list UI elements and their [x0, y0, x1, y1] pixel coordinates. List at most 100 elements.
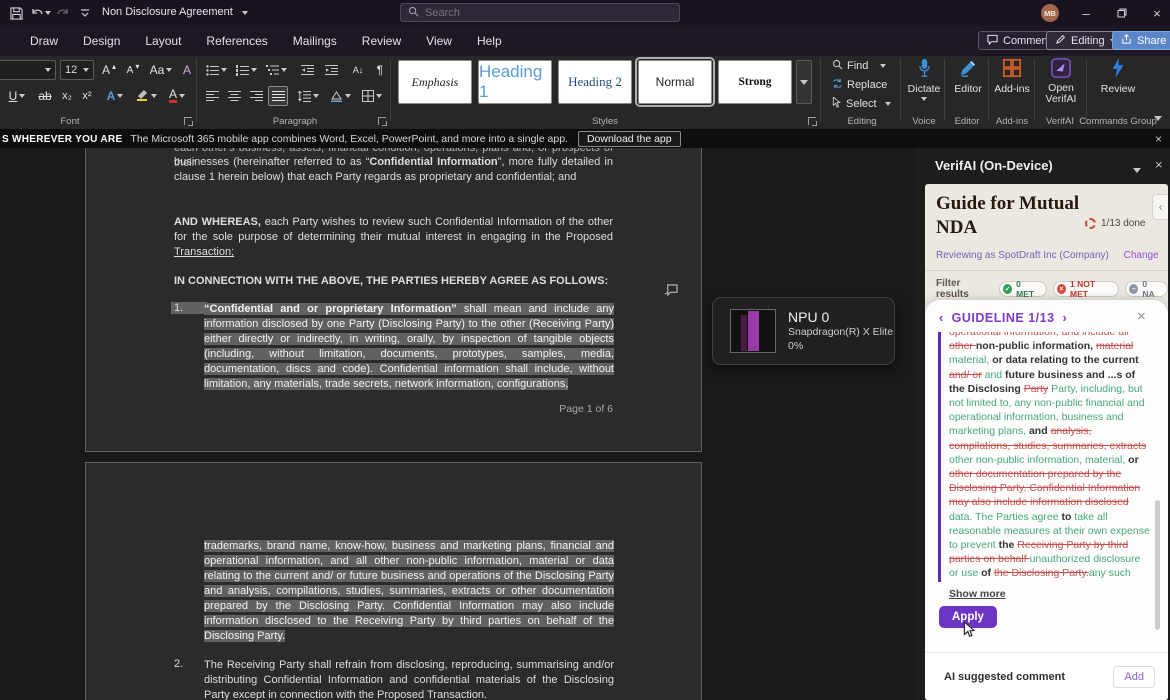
- tab-mailings[interactable]: Mailings: [293, 34, 337, 48]
- style-normal[interactable]: Normal: [638, 60, 712, 104]
- open-verifai-label: Open VerifAI: [1038, 83, 1084, 105]
- reviewing-as-row: Reviewing as SpotDraft Inc (Company) Cha…: [936, 250, 1159, 261]
- document-title[interactable]: Non Disclosure Agreement: [102, 6, 233, 18]
- highlight-color-button[interactable]: [132, 86, 160, 106]
- font-color-button[interactable]: A: [164, 86, 190, 106]
- borders-button[interactable]: [358, 86, 386, 106]
- addins-button[interactable]: Add-ins: [990, 58, 1034, 114]
- comment-marker-icon[interactable]: [664, 283, 678, 301]
- close-window-button[interactable]: ×: [1140, 0, 1170, 26]
- tab-references[interactable]: References: [206, 34, 267, 48]
- collapse-panel-handle[interactable]: ‹: [1152, 194, 1168, 220]
- shading-button[interactable]: [326, 86, 354, 106]
- search-bar[interactable]: [400, 3, 680, 22]
- guideline-close-icon[interactable]: ×: [1137, 308, 1146, 325]
- font-size-combobox[interactable]: 12: [60, 60, 94, 80]
- text-effects-button[interactable]: A: [102, 86, 128, 106]
- show-more-link[interactable]: Show more: [949, 588, 1006, 600]
- change-link[interactable]: Change: [1124, 250, 1159, 261]
- account-avatar[interactable]: MB: [1041, 4, 1059, 22]
- bullets-button[interactable]: [202, 60, 230, 80]
- justify-button[interactable]: [268, 86, 288, 106]
- decrease-indent-button[interactable]: [296, 60, 318, 80]
- increase-indent-button[interactable]: [320, 60, 342, 80]
- style-heading-2[interactable]: Heading 2: [558, 60, 632, 104]
- share-button[interactable]: Share: [1112, 31, 1170, 50]
- underline-button[interactable]: U: [4, 86, 30, 106]
- chip-not-met[interactable]: ×1 NOT MET: [1053, 281, 1119, 297]
- style-emphasis[interactable]: Emphasis: [398, 60, 472, 104]
- tab-view[interactable]: View: [426, 34, 452, 48]
- x-icon: ×: [1057, 284, 1066, 294]
- undo-chevron-icon[interactable]: [45, 11, 51, 15]
- dictate-button[interactable]: Dictate: [902, 58, 946, 114]
- restore-button[interactable]: [1105, 0, 1139, 26]
- styles-gallery-more-button[interactable]: [796, 60, 812, 104]
- title-bar: Non Disclosure Agreement MB – ×: [0, 0, 1170, 26]
- select-button[interactable]: Select: [832, 96, 891, 112]
- next-guideline-chevron-icon[interactable]: ›: [1063, 311, 1068, 325]
- sort-button[interactable]: A↓: [346, 60, 370, 80]
- tab-draw[interactable]: Draw: [30, 34, 58, 48]
- document-title-chevron-icon[interactable]: [242, 11, 248, 15]
- shrink-font-button[interactable]: A▾: [122, 60, 144, 80]
- find-button[interactable]: Find: [832, 58, 886, 74]
- open-verifai-button[interactable]: Open VerifAI: [1038, 58, 1084, 114]
- font-dialog-launcher-icon[interactable]: [184, 117, 192, 125]
- change-case-button[interactable]: Aa: [148, 60, 174, 80]
- replace-button[interactable]: Replace: [832, 77, 887, 93]
- search-input[interactable]: [425, 7, 655, 19]
- subscript-button[interactable]: x₂: [58, 86, 76, 106]
- chip-na[interactable]: –0 NA: [1125, 281, 1168, 297]
- clear-formatting-button[interactable]: A: [178, 60, 196, 80]
- banner-close-icon[interactable]: ×: [1155, 132, 1162, 146]
- review-command-button[interactable]: Review: [1092, 58, 1144, 114]
- doc-paragraph: AND WHEREAS, each Party wishes to review…: [174, 215, 613, 260]
- style-strong[interactable]: Strong: [718, 60, 792, 104]
- quick-access-customize-icon[interactable]: [76, 4, 94, 22]
- m365-banner: S WHEREVER YOU ARE The Microsoft 365 mob…: [0, 130, 1170, 148]
- grow-font-button[interactable]: A▴: [98, 60, 120, 80]
- align-center-button[interactable]: [224, 86, 244, 106]
- review-command-label: Review: [1101, 83, 1135, 95]
- tab-review[interactable]: Review: [362, 34, 401, 48]
- style-heading-1[interactable]: Heading 1: [478, 60, 552, 104]
- paragraph-dialog-launcher-icon[interactable]: [378, 117, 386, 125]
- tab-layout[interactable]: Layout: [145, 34, 181, 48]
- editor-button[interactable]: Editor: [946, 58, 990, 114]
- add-comment-button[interactable]: Add: [1113, 666, 1155, 688]
- align-right-button[interactable]: [246, 86, 266, 106]
- style-normal-label: Normal: [656, 75, 695, 89]
- superscript-button[interactable]: x²: [78, 86, 96, 106]
- line-spacing-button[interactable]: [294, 86, 322, 106]
- panel-chevron-down-icon[interactable]: [1133, 161, 1141, 176]
- strikethrough-button[interactable]: ab: [34, 86, 56, 106]
- collapse-ribbon-chevron-icon[interactable]: [1154, 108, 1162, 126]
- chip-met[interactable]: ✓0 MET: [999, 281, 1047, 297]
- filter-results-label: Filter results: [936, 278, 991, 300]
- font-name-combobox[interactable]: [0, 60, 56, 80]
- styles-dialog-launcher-icon[interactable]: [808, 117, 816, 125]
- sheet-scrollbar[interactable]: [1155, 500, 1160, 630]
- doc-paragraph: The Receiving Party shall refrain from d…: [204, 658, 614, 700]
- replace-icon: [832, 78, 843, 92]
- save-icon[interactable]: [7, 4, 25, 22]
- tab-design[interactable]: Design: [83, 34, 120, 48]
- minimize-button[interactable]: –: [1069, 0, 1103, 26]
- multilevel-list-button[interactable]: [262, 60, 290, 80]
- download-app-button[interactable]: Download the app: [578, 131, 681, 147]
- spinner-icon: [1085, 218, 1096, 229]
- prev-guideline-chevron-icon[interactable]: ‹: [939, 311, 944, 325]
- panel-close-icon[interactable]: ×: [1155, 157, 1163, 172]
- dictate-label: Dictate: [908, 83, 941, 95]
- undo-icon[interactable]: [28, 4, 46, 22]
- document-canvas[interactable]: each other's business, assets, financial…: [0, 148, 915, 700]
- pilcrow-button[interactable]: ¶: [372, 60, 388, 80]
- tab-help[interactable]: Help: [477, 34, 502, 48]
- npu-bar-dim: [741, 315, 747, 351]
- document-page-2[interactable]: trademarks, brand name, know-how, busine…: [85, 462, 702, 700]
- document-page-1[interactable]: each other's business, assets, financial…: [85, 148, 702, 452]
- redo-icon[interactable]: [54, 4, 72, 22]
- align-left-button[interactable]: [202, 86, 222, 106]
- numbering-button[interactable]: [232, 60, 260, 80]
